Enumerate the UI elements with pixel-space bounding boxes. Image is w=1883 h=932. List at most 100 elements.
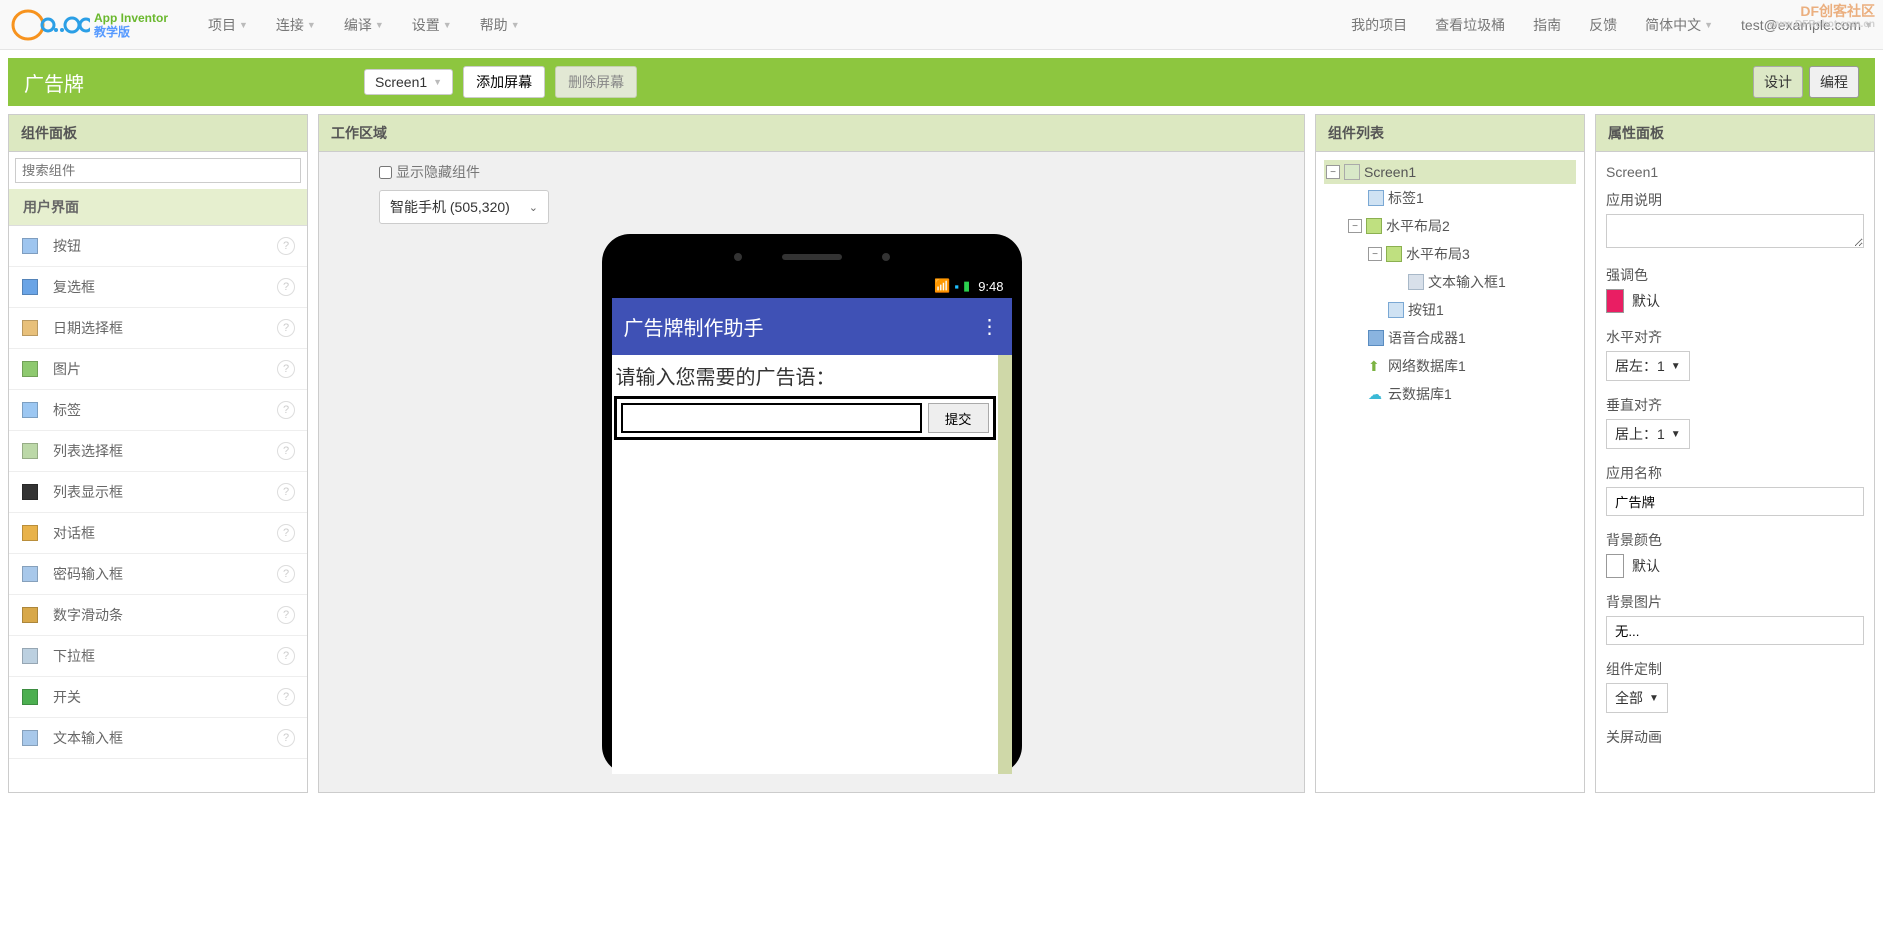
prompt-label: 请输入您需要的广告语：: [614, 357, 996, 394]
prop-bgimage-input[interactable]: [1606, 616, 1864, 645]
palette-item-4[interactable]: 标签?: [9, 390, 307, 431]
add-screen-button[interactable]: 添加屏幕: [463, 66, 545, 98]
help-icon[interactable]: ?: [277, 360, 295, 378]
chevron-down-icon: ▼: [1649, 693, 1659, 704]
properties-panel: 属性面板 Screen1 应用说明 强调色 默认 水平对齐 居左：1▼ 垂直对齐…: [1595, 114, 1875, 793]
prop-custom-select[interactable]: 全部▼: [1606, 683, 1668, 713]
textbox-icon: [1408, 274, 1424, 290]
menu-project[interactable]: 项目▼: [208, 15, 248, 35]
help-icon[interactable]: ?: [277, 565, 295, 583]
help-icon[interactable]: ?: [277, 483, 295, 501]
logo[interactable]: App Inventor教学版: [10, 8, 168, 42]
collapse-icon[interactable]: −: [1348, 219, 1362, 233]
submit-button[interactable]: 提交: [928, 403, 989, 433]
link-my-projects[interactable]: 我的项目: [1351, 15, 1407, 35]
link-guide[interactable]: 指南: [1533, 15, 1561, 35]
project-title: 广告牌: [24, 68, 84, 97]
palette-item-label: 图片: [53, 359, 277, 379]
label-icon: [1368, 190, 1384, 206]
help-icon[interactable]: ?: [277, 401, 295, 419]
palette-item-11[interactable]: 开关?: [9, 677, 307, 718]
blocks-toggle[interactable]: 编程: [1809, 66, 1859, 98]
palette-item-label: 标签: [53, 400, 277, 420]
prop-accent-value[interactable]: 默认: [1606, 289, 1864, 313]
workspace-header: 工作区域: [319, 115, 1304, 152]
tree-hlayout3[interactable]: − 水平布局3: [1324, 240, 1576, 268]
palette-item-6[interactable]: 列表显示框?: [9, 472, 307, 513]
input-row: 提交: [614, 396, 996, 440]
palette-item-label: 对话框: [53, 523, 277, 543]
palette-item-1[interactable]: 复选框?: [9, 267, 307, 308]
topbar: App Inventor教学版 项目▼ 连接▼ 编译▼ 设置▼ 帮助▼ 我的项目…: [0, 0, 1883, 50]
collapse-icon[interactable]: −: [1326, 165, 1340, 179]
menu-language[interactable]: 简体中文▼: [1645, 15, 1713, 35]
link-feedback[interactable]: 反馈: [1589, 15, 1617, 35]
prop-appname-input[interactable]: [1606, 487, 1864, 516]
prop-closeanim-label: 关屏动画: [1606, 727, 1864, 747]
menu-help[interactable]: 帮助▼: [480, 15, 520, 35]
help-icon[interactable]: ?: [277, 442, 295, 460]
prop-appdesc-input[interactable]: [1606, 214, 1864, 248]
help-icon[interactable]: ?: [277, 606, 295, 624]
component-icon: [21, 442, 39, 460]
chevron-down-icon: ▼: [239, 20, 248, 30]
palette-item-label: 复选框: [53, 277, 277, 297]
appbar: 广告牌制作助手 ⋮: [612, 298, 1012, 355]
menu-connect[interactable]: 连接▼: [276, 15, 316, 35]
tree-tts1[interactable]: 语音合成器1: [1324, 324, 1576, 352]
help-icon[interactable]: ?: [277, 319, 295, 337]
palette-search-input[interactable]: [15, 158, 301, 183]
palette-item-3[interactable]: 图片?: [9, 349, 307, 390]
delete-screen-button[interactable]: 删除屏幕: [555, 66, 637, 98]
prop-halign-select[interactable]: 居左：1▼: [1606, 351, 1690, 381]
help-icon[interactable]: ?: [277, 524, 295, 542]
palette-item-2[interactable]: 日期选择框?: [9, 308, 307, 349]
component-icon: [21, 360, 39, 378]
help-icon[interactable]: ?: [277, 647, 295, 665]
chevron-down-icon: ▼: [1671, 429, 1681, 440]
tree-screen1[interactable]: − Screen1: [1324, 160, 1576, 184]
chevron-down-icon: ▼: [375, 20, 384, 30]
show-hidden-checkbox[interactable]: 显示隐藏组件: [379, 162, 1244, 182]
menu-dots-icon[interactable]: ⋮: [980, 314, 1000, 339]
link-trash[interactable]: 查看垃圾桶: [1435, 15, 1505, 35]
signal-icon: ▪: [954, 279, 959, 294]
help-icon[interactable]: ?: [277, 688, 295, 706]
help-icon[interactable]: ?: [277, 237, 295, 255]
device-select[interactable]: 智能手机 (505,320)⌄: [379, 190, 549, 224]
prop-appname-label: 应用名称: [1606, 463, 1864, 483]
tree-button1[interactable]: 按钮1: [1324, 296, 1576, 324]
help-icon[interactable]: ?: [277, 729, 295, 747]
palette-item-0[interactable]: 按钮?: [9, 226, 307, 267]
palette-item-7[interactable]: 对话框?: [9, 513, 307, 554]
palette-item-5[interactable]: 列表选择框?: [9, 431, 307, 472]
chevron-down-icon: ⌄: [529, 201, 538, 214]
ad-text-input[interactable]: [621, 403, 922, 433]
components-header: 组件列表: [1316, 115, 1584, 152]
palette-category[interactable]: 用户界面: [9, 189, 307, 226]
prop-bgcolor-value[interactable]: 默认: [1606, 554, 1864, 578]
component-icon: [21, 483, 39, 501]
tree-label1[interactable]: 标签1: [1324, 184, 1576, 212]
palette-item-8[interactable]: 密码输入框?: [9, 554, 307, 595]
tree-hlayout2[interactable]: − 水平布局2: [1324, 212, 1576, 240]
prop-valign-label: 垂直对齐: [1606, 395, 1864, 415]
help-icon[interactable]: ?: [277, 278, 295, 296]
webdb-icon: ⬆: [1368, 358, 1384, 374]
component-icon: [21, 729, 39, 747]
tree-webdb1[interactable]: ⬆ 网络数据库1: [1324, 352, 1576, 380]
tree-textbox1[interactable]: 文本输入框1: [1324, 268, 1576, 296]
screen-select[interactable]: Screen1▼: [364, 69, 453, 95]
collapse-icon[interactable]: −: [1368, 247, 1382, 261]
statusbar: 📶 ▪ ▮ 9:48: [612, 274, 1012, 298]
palette-item-12[interactable]: 文本输入框?: [9, 718, 307, 759]
menu-build[interactable]: 编译▼: [344, 15, 384, 35]
palette-item-9[interactable]: 数字滑动条?: [9, 595, 307, 636]
design-toggle[interactable]: 设计: [1753, 66, 1803, 98]
chevron-down-icon: ▼: [307, 20, 316, 30]
palette-item-label: 列表显示框: [53, 482, 277, 502]
prop-valign-select[interactable]: 居上：1▼: [1606, 419, 1690, 449]
palette-item-10[interactable]: 下拉框?: [9, 636, 307, 677]
menu-settings[interactable]: 设置▼: [412, 15, 452, 35]
tree-clouddb1[interactable]: ☁ 云数据库1: [1324, 380, 1576, 408]
